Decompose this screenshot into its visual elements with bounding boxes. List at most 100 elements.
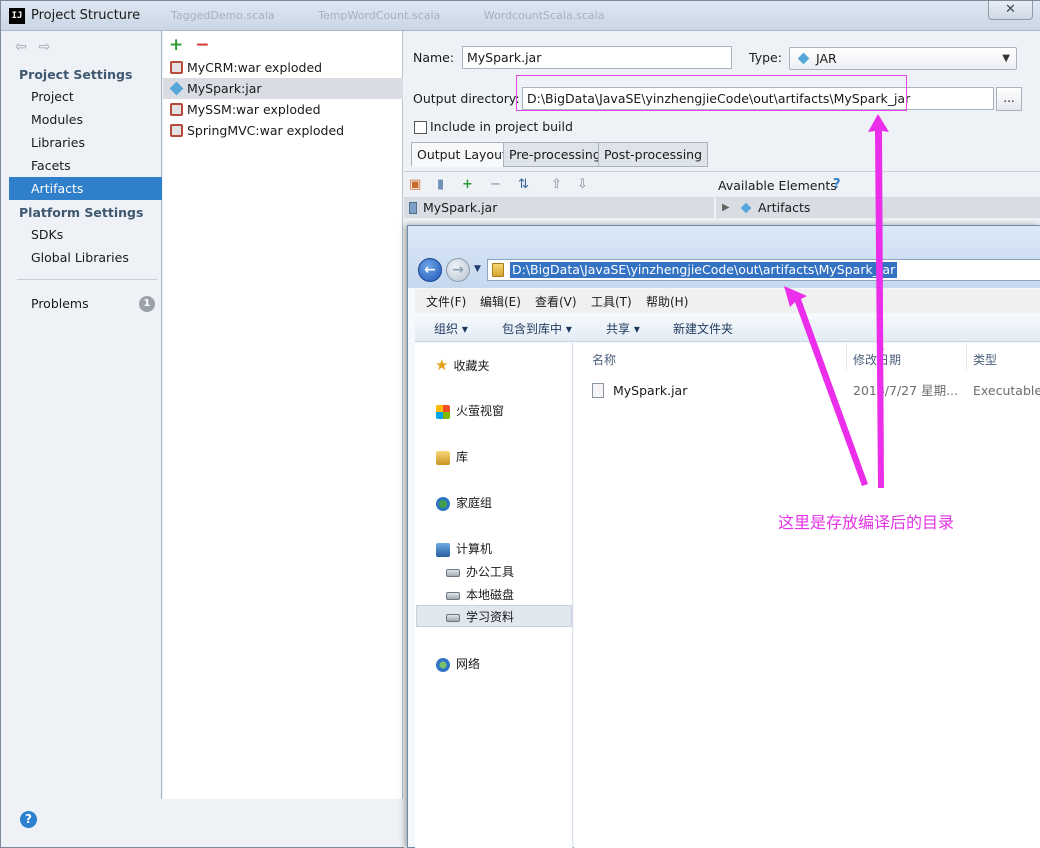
nav-homegroup[interactable]: 家庭组 (436, 492, 492, 514)
column-separator[interactable] (846, 343, 847, 371)
drive-icon (446, 591, 460, 600)
nav-item-project[interactable]: Project (9, 85, 162, 108)
nav-item-problems[interactable]: Problems 1 (9, 292, 162, 315)
nav-drive-office[interactable]: 办公工具 (446, 561, 514, 583)
menu-edit[interactable]: 编辑(E) (480, 293, 521, 310)
available-elements-label: Available Elements (718, 178, 837, 193)
artifact-list: + − MyCRM:war exploded MySpark:jar MySSM:… (163, 31, 403, 799)
project-settings-heading: Project Settings (19, 67, 133, 82)
windows-logo-icon (436, 404, 450, 419)
add-artifact-icon[interactable]: + (169, 35, 183, 55)
explorer-menu-bar: 文件(F) 编辑(E) 查看(V) 工具(T) 帮助(H) (415, 289, 1040, 313)
new-directory-icon[interactable]: ▣ (409, 177, 421, 192)
war-artifact-icon (170, 61, 183, 74)
nav-item-global-libraries[interactable]: Global Libraries (9, 246, 162, 269)
nav-item-modules[interactable]: Modules (9, 108, 162, 131)
nav-node-label: 家庭组 (456, 496, 493, 510)
artifact-item-mycrm[interactable]: MyCRM:war exploded (163, 57, 403, 78)
history-dropdown-icon[interactable]: ▼ (474, 264, 481, 274)
artifact-label: MySpark:jar (187, 81, 262, 96)
explorer-address-input[interactable]: D:\BigData\JavaSE\yinzhengjieCode\out\ar… (487, 259, 1040, 281)
share-button[interactable]: 共享 ▾ (606, 320, 640, 337)
column-name[interactable]: 名称 (592, 351, 616, 368)
nav-drive-local[interactable]: 本地磁盘 (446, 584, 514, 606)
nav-drive-study[interactable]: 学习资料 (416, 605, 572, 627)
library-icon (436, 450, 450, 465)
remove-element-icon[interactable]: − (490, 177, 501, 192)
nav-network[interactable]: 网络 (436, 653, 480, 675)
explorer-nav-pane: ★ 收藏夹 火萤视窗 库 家庭组 计算机 办公工具 本地磁盘 学习资料 网络 (415, 343, 573, 848)
nav-library[interactable]: 库 (436, 446, 468, 468)
nav-node-label: 计算机 (456, 542, 493, 556)
file-explorer-window: ← → ▼ D:\BigData\JavaSE\yinzhengjieCode\… (407, 225, 1040, 848)
homegroup-icon (436, 496, 450, 511)
window-close-button[interactable]: ✕ (988, 1, 1033, 20)
tab-post-processing[interactable]: Post-processing (598, 142, 709, 167)
browse-button[interactable]: ... (996, 87, 1022, 111)
computer-icon (436, 542, 450, 557)
menu-file[interactable]: 文件(F) (426, 293, 466, 310)
include-in-build-label: Include in project build (430, 119, 573, 134)
explorer-file-list: ▲ 名称 修改日期 类型 MySpark.jar 2018/7/27 星期...… (574, 342, 1040, 848)
forward-arrow-icon[interactable]: ⇨ (39, 39, 51, 55)
artifact-name-field[interactable]: MySpark.jar (462, 46, 732, 69)
explorer-address-bar: ← → ▼ D:\BigData\JavaSE\yinzhengjieCode\… (408, 226, 1040, 288)
artifact-item-myssm[interactable]: MySSM:war exploded (163, 99, 403, 120)
problems-count-badge: 1 (139, 296, 155, 312)
ghost-tab: TempWordCount.scala (318, 9, 441, 22)
menu-help[interactable]: 帮助(H) (646, 293, 688, 310)
move-down-icon[interactable]: ⇩ (577, 177, 588, 192)
tab-output-layout[interactable]: Output Layout (411, 142, 513, 167)
help-icon[interactable]: ? (833, 177, 841, 192)
sort-az-icon[interactable]: ⇅ (518, 177, 529, 192)
war-artifact-icon (170, 124, 183, 137)
nav-item-sdks[interactable]: SDKs (9, 223, 162, 246)
jar-file-icon (409, 202, 417, 214)
nav-videos[interactable]: 火萤视窗 (436, 400, 504, 422)
output-layout-root-row[interactable]: MySpark.jar (404, 198, 714, 218)
expand-arrow-icon[interactable]: ▶ (722, 198, 730, 218)
tab-pre-processing[interactable]: Pre-processing (503, 142, 607, 167)
back-arrow-icon[interactable]: ← (418, 258, 442, 282)
help-icon[interactable]: ? (20, 811, 37, 828)
nav-node-label: 学习资料 (466, 610, 515, 624)
problems-label: Problems (31, 296, 89, 311)
include-in-library-button[interactable]: 包含到库中 ▾ (502, 320, 572, 337)
column-separator[interactable] (966, 343, 967, 371)
column-type[interactable]: 类型 (973, 351, 997, 368)
explorer-path-text[interactable]: D:\BigData\JavaSE\yinzhengjieCode\out\ar… (510, 262, 898, 278)
nav-item-libraries[interactable]: Libraries (9, 131, 162, 154)
menu-tools[interactable]: 工具(T) (591, 293, 632, 310)
move-up-icon[interactable]: ⇧ (551, 177, 562, 192)
output-layout-toolbar: ▣ ▮ + − ⇅ ⇧ ⇩ Available Elements ? (404, 171, 1040, 198)
explorer-command-bar: 组织 ▾ 包含到库中 ▾ 共享 ▾ 新建文件夹 (415, 314, 1040, 342)
include-in-build-checkbox[interactable] (414, 121, 427, 134)
platform-settings-heading: Platform Settings (19, 205, 144, 220)
history-arrows: ⇦ ⇨ (15, 39, 62, 55)
ghost-tab: TaggedDemo.scala (171, 9, 275, 22)
back-arrow-icon[interactable]: ⇦ (15, 39, 27, 55)
intellij-logo-icon: IJ (9, 8, 25, 24)
new-folder-button[interactable]: 新建文件夹 (673, 320, 733, 337)
annotation-text: 这里是存放编译后的目录 (778, 513, 955, 532)
archive-icon[interactable]: ▮ (437, 177, 444, 192)
remove-artifact-icon[interactable]: − (195, 35, 209, 55)
nav-item-facets[interactable]: Facets (9, 154, 162, 177)
layout-root-label: MySpark.jar (423, 200, 498, 215)
forward-arrow-icon[interactable]: → (446, 258, 470, 282)
organize-button[interactable]: 组织 ▾ (434, 320, 468, 337)
nav-computer[interactable]: 计算机 (436, 538, 492, 560)
nav-favorites[interactable]: ★ 收藏夹 (435, 354, 489, 376)
artifact-type-select[interactable]: JAR ▼ (789, 47, 1017, 70)
file-name: MySpark.jar (613, 383, 688, 398)
column-modified[interactable]: 修改日期 (853, 351, 901, 368)
available-artifacts-row[interactable]: ▶ Artifacts (716, 198, 1040, 218)
name-label: Name: (413, 50, 455, 65)
nav-node-label: 办公工具 (466, 565, 515, 579)
nav-item-artifacts[interactable]: Artifacts (9, 177, 162, 200)
add-element-icon[interactable]: + (462, 177, 473, 192)
artifact-item-myspark[interactable]: MySpark:jar (163, 78, 403, 99)
menu-view[interactable]: 查看(V) (535, 293, 577, 310)
file-type: Executable ... (973, 383, 1040, 398)
artifact-item-springmvc[interactable]: SpringMVC:war exploded (163, 120, 403, 141)
